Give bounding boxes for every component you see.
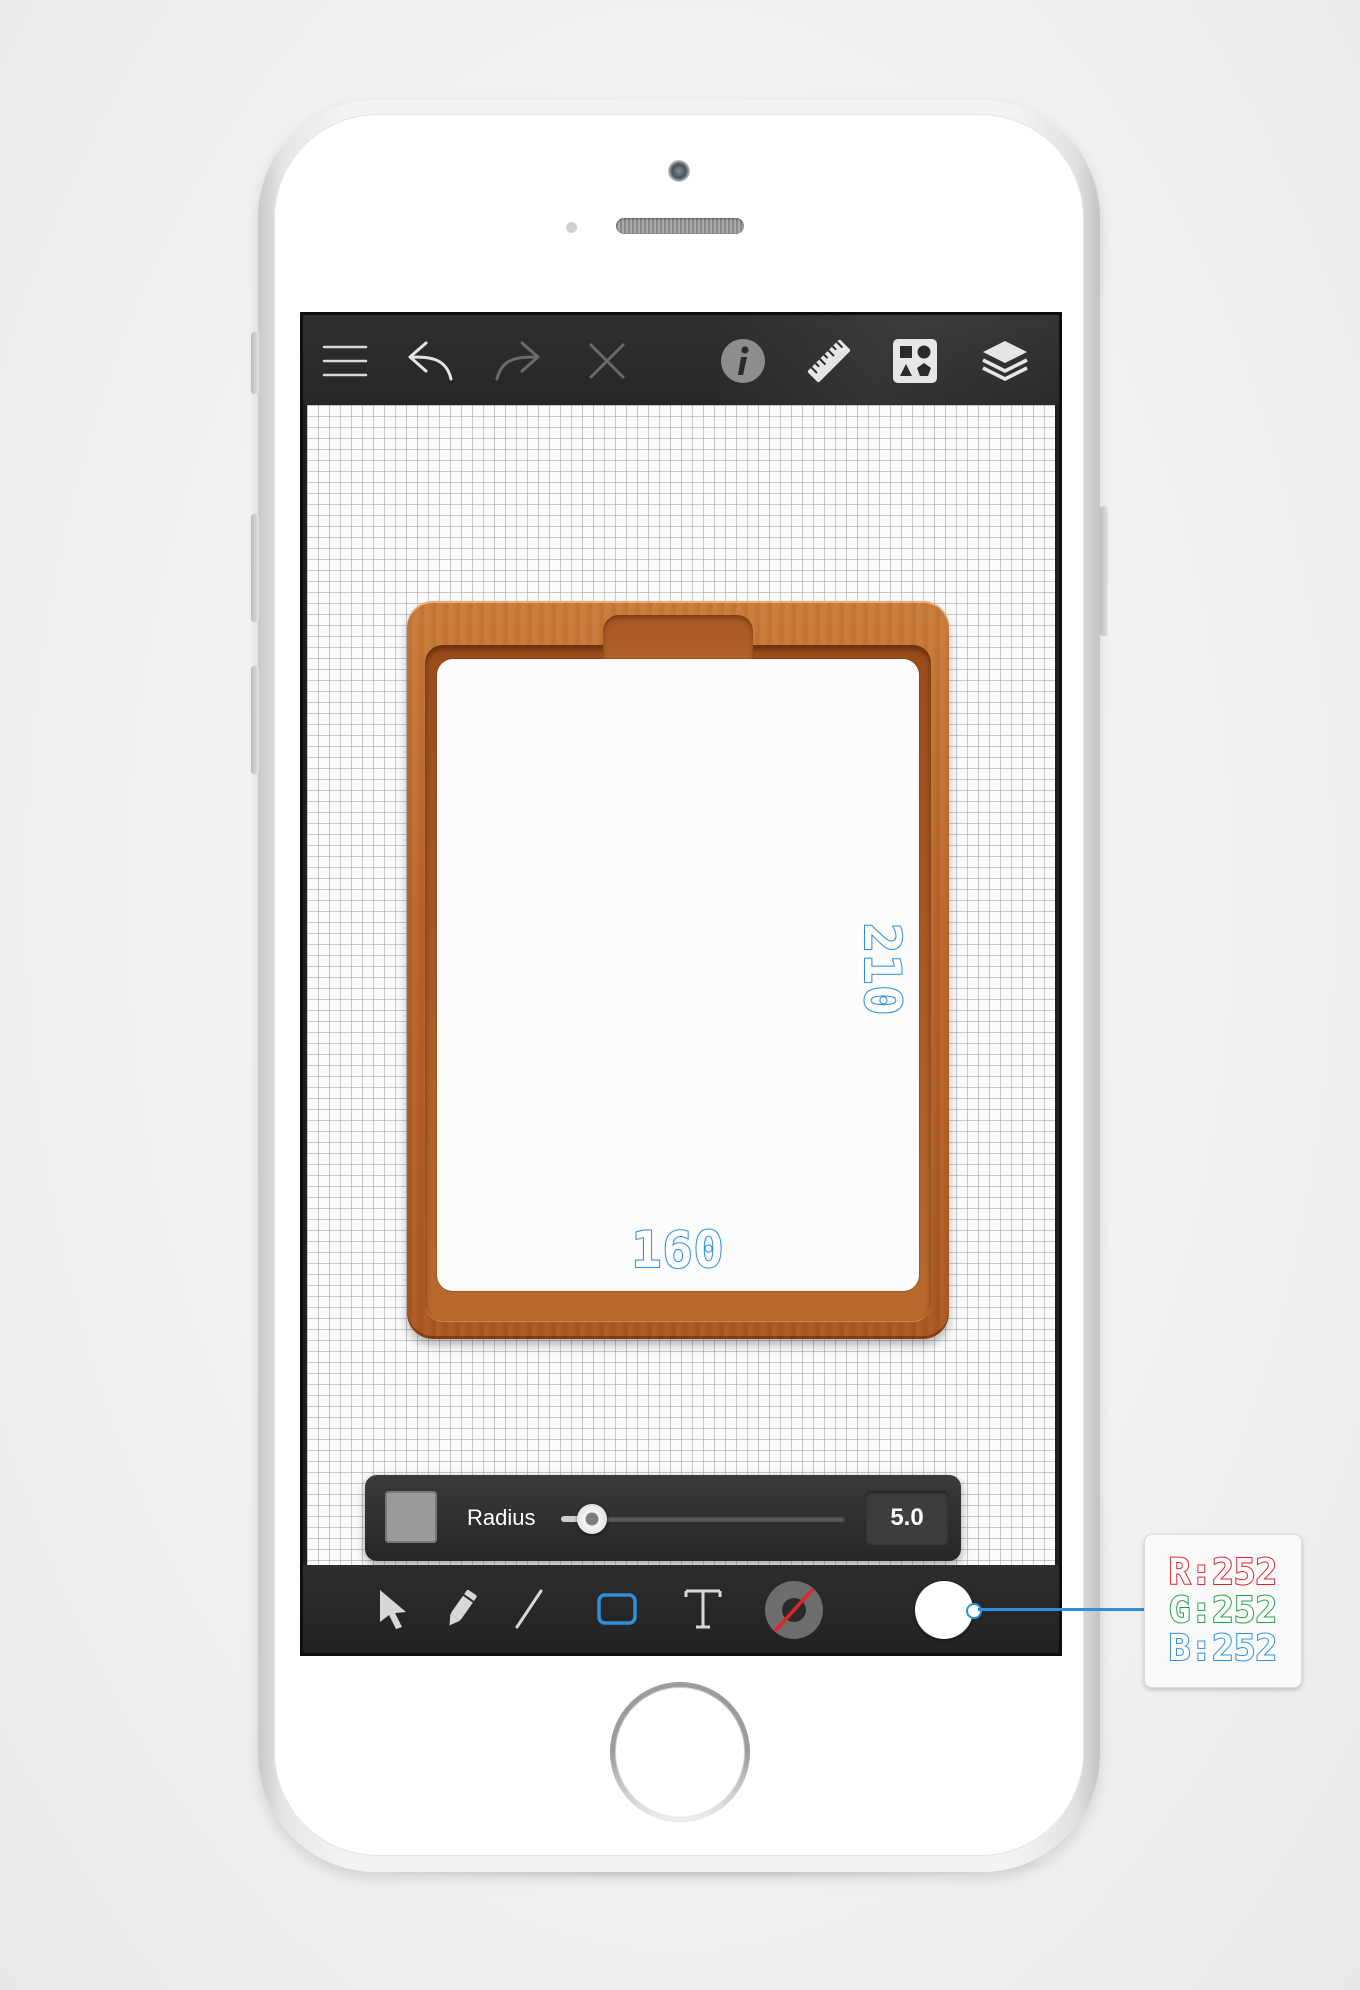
- pencil-icon[interactable]: [435, 1583, 487, 1635]
- radius-label: Radius: [467, 1505, 536, 1530]
- select-arrow-icon[interactable]: [367, 1583, 419, 1635]
- text-icon[interactable]: [677, 1583, 729, 1635]
- bottom-toolbar: [303, 1565, 1059, 1653]
- top-toolbar: [303, 315, 1059, 405]
- front-camera: [668, 160, 690, 182]
- volume-down-button: [251, 666, 259, 774]
- shapes-icon[interactable]: [889, 335, 941, 387]
- volume-up-button: [251, 514, 259, 622]
- radius-panel: Radius 5.0: [365, 1475, 961, 1561]
- rgb-readout-card: R:252 G:252 B:252: [1144, 1534, 1302, 1688]
- undo-icon[interactable]: [405, 335, 457, 387]
- green-value: 252: [1211, 1590, 1278, 1631]
- layers-icon[interactable]: [979, 335, 1031, 387]
- blue-value: 252: [1211, 1628, 1278, 1669]
- drawing-canvas[interactable]: 160 210 Radius 5.0: [307, 405, 1055, 1565]
- width-dimension-label: 160: [630, 1220, 725, 1280]
- blue-readout: B:252: [1168, 1628, 1278, 1669]
- blue-label: B:: [1168, 1628, 1213, 1669]
- corner-color-swatch[interactable]: [385, 1491, 437, 1543]
- wooden-clipboard-shape[interactable]: 160 210: [407, 601, 949, 1339]
- menu-icon[interactable]: [319, 335, 371, 387]
- green-label: G:: [1168, 1590, 1213, 1631]
- ruler-icon[interactable]: [803, 335, 855, 387]
- connector-dot: [966, 1603, 982, 1619]
- red-readout: R:252: [1168, 1552, 1278, 1593]
- clipboard-paper: [437, 659, 919, 1291]
- home-button[interactable]: [610, 1682, 750, 1822]
- app-screen: 160 210 Radius 5.0: [300, 312, 1062, 1656]
- red-value: 252: [1211, 1552, 1278, 1593]
- green-readout: G:252: [1168, 1590, 1278, 1631]
- rectangle-icon[interactable]: [591, 1583, 643, 1635]
- close-icon[interactable]: [581, 335, 633, 387]
- height-dimension-label: 210: [852, 922, 912, 1017]
- red-label: R:: [1168, 1552, 1213, 1593]
- earpiece-speaker: [616, 218, 744, 234]
- stroke-color-icon[interactable]: [763, 1579, 825, 1641]
- connector-line: [978, 1608, 1144, 1611]
- power-button: [1100, 506, 1108, 636]
- fill-color-icon[interactable]: [915, 1581, 973, 1639]
- radius-value-field[interactable]: 5.0: [865, 1491, 949, 1545]
- radius-slider[interactable]: [561, 1504, 845, 1534]
- line-icon[interactable]: [503, 1583, 555, 1635]
- redo-icon[interactable]: [491, 335, 543, 387]
- radius-slider-knob[interactable]: [577, 1504, 608, 1534]
- silent-switch: [251, 332, 259, 394]
- proximity-sensor: [566, 222, 577, 233]
- info-icon[interactable]: [717, 335, 769, 387]
